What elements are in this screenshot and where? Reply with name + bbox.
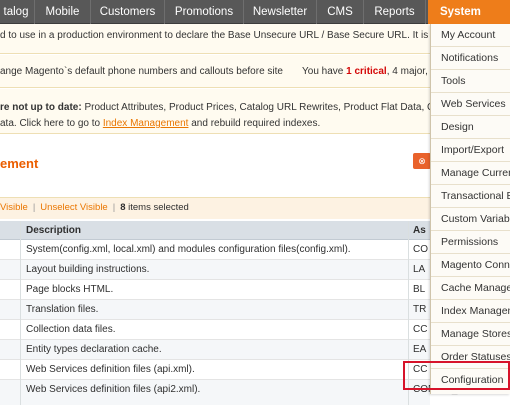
- select-visible-link[interactable]: Visible: [0, 202, 28, 213]
- menu-item-manage-stores[interactable]: Manage Stores: [431, 323, 510, 346]
- cell-description: Layout building instructions.: [26, 264, 150, 275]
- notice-message-phone: ange Magento`s default phone numbers and…: [0, 55, 430, 88]
- menu-item-tools[interactable]: Tools: [431, 70, 510, 93]
- table-row[interactable]: Web Services definition files (api2.xml)…: [0, 380, 479, 405]
- cell-tag: EA: [413, 344, 427, 355]
- index-management-link[interactable]: Index Management: [103, 118, 189, 129]
- cell-description: Web Services definition files (api.xml).: [26, 364, 195, 375]
- system-dropdown-menu: My Account Notifications Tools Web Servi…: [430, 24, 510, 394]
- close-icon[interactable]: ⊗: [413, 153, 431, 169]
- notice-message-indexes: re not up to date: Product Attributes, P…: [0, 89, 430, 134]
- column-header-description[interactable]: Description: [26, 221, 81, 240]
- menu-item-import-export[interactable]: Import/Export: [431, 139, 510, 162]
- table-row[interactable]: Entity types declaration cache. EA: [0, 340, 430, 360]
- nav-promotions[interactable]: Promotions: [165, 0, 244, 24]
- menu-item-index-management[interactable]: Index Managem: [431, 300, 510, 323]
- notice-line-2: ata. Click here to go to Index Managemen…: [0, 118, 321, 129]
- table-row[interactable]: Translation files. TR: [0, 300, 430, 320]
- nav-system[interactable]: System: [428, 0, 510, 24]
- cell-description: Translation files.: [26, 304, 99, 315]
- cell-description: Collection data files.: [26, 324, 116, 335]
- notice-message-base-url: d to use in a production environment to …: [0, 24, 430, 54]
- menu-item-permissions[interactable]: Permissions: [431, 231, 510, 254]
- cell-description: Entity types declaration cache.: [26, 344, 162, 355]
- menu-item-cache-management[interactable]: Cache Manage: [431, 277, 510, 300]
- menu-item-web-services[interactable]: Web Services: [431, 93, 510, 116]
- menu-item-transactional-emails[interactable]: Transactional E: [431, 185, 510, 208]
- table-row[interactable]: System(config.xml, local.xml) and module…: [0, 240, 430, 260]
- notice-line-1: re not up to date: Product Attributes, P…: [0, 102, 430, 113]
- notice-text: d to use in a production environment to …: [0, 30, 430, 41]
- cell-description: Page blocks HTML.: [26, 284, 114, 295]
- table-row[interactable]: Page blocks HTML. BL: [0, 280, 430, 300]
- cell-tag: LA: [413, 264, 426, 275]
- menu-item-custom-variables[interactable]: Custom Variab: [431, 208, 510, 231]
- configuration-highlight: [403, 361, 510, 390]
- massaction-bar: Visible | Unselect Visible | 8 items selecte…: [0, 197, 430, 219]
- nav-cms[interactable]: CMS: [317, 0, 364, 24]
- cell-tag: TR: [413, 304, 427, 315]
- page-title: ement: [0, 156, 39, 171]
- menu-item-design[interactable]: Design: [431, 116, 510, 139]
- cell-description: System(config.xml, local.xml) and module…: [26, 244, 351, 255]
- cell-tag: BL: [413, 284, 426, 295]
- column-header-tag[interactable]: As: [413, 221, 426, 240]
- table-row[interactable]: Web Services definition files (api.xml).…: [0, 360, 430, 380]
- unselect-visible-link[interactable]: Unselect Visible: [40, 202, 107, 213]
- cell-tag: CC: [413, 324, 428, 335]
- table-row[interactable]: Layout building instructions. LA: [0, 260, 430, 280]
- cell-tag: CO: [413, 244, 428, 255]
- severity-summary: You have 1 critical, 4 major, 1: [302, 66, 430, 77]
- column-divider: [20, 221, 21, 405]
- nav-reports[interactable]: Reports: [364, 0, 426, 24]
- notice-text: ange Magento`s default phone numbers and…: [0, 66, 283, 77]
- grid-header: Description As: [0, 221, 430, 240]
- menu-item-magento-connect[interactable]: Magento Conn: [431, 254, 510, 277]
- nav-mobile[interactable]: Mobile: [35, 0, 91, 24]
- menu-item-manage-currency[interactable]: Manage Curren: [431, 162, 510, 185]
- menu-item-notifications[interactable]: Notifications: [431, 47, 510, 70]
- critical-count-link[interactable]: 1 critical: [346, 66, 387, 77]
- nav-newsletter[interactable]: Newsletter: [244, 0, 317, 24]
- top-nav: talog Mobile Customers Promotions Newsle…: [0, 0, 510, 24]
- menu-item-my-account[interactable]: My Account: [431, 24, 510, 47]
- table-row[interactable]: Collection data files. CC: [0, 320, 430, 340]
- selected-count-label: items selected: [125, 202, 189, 213]
- nav-customers[interactable]: Customers: [91, 0, 165, 24]
- nav-catalog[interactable]: talog: [0, 0, 35, 24]
- cell-description: Web Services definition files (api2.xml)…: [26, 384, 201, 395]
